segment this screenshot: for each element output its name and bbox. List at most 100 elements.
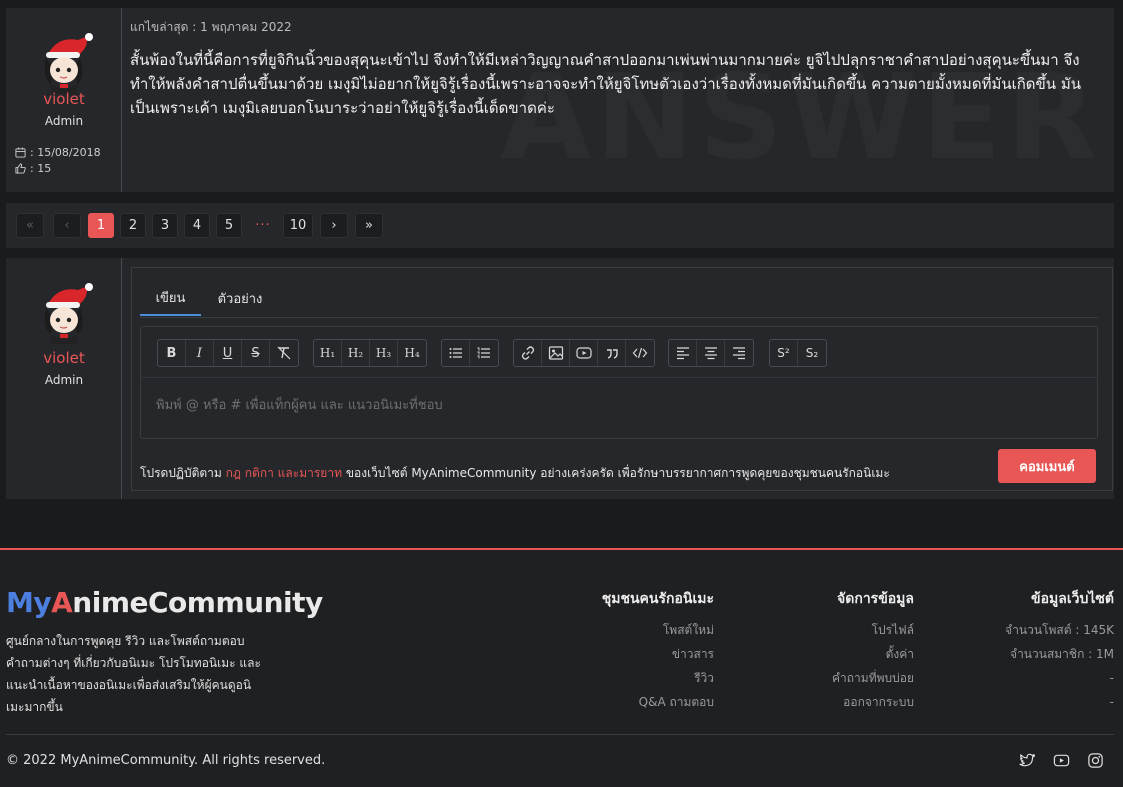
- bullet-list-icon: [449, 348, 462, 358]
- first-page-button[interactable]: «: [16, 213, 44, 238]
- list-toolbar: [441, 339, 499, 367]
- bullet-list-button[interactable]: [442, 340, 470, 366]
- prev-page-button[interactable]: ‹: [53, 213, 81, 238]
- image-icon: [548, 346, 563, 360]
- underline-button[interactable]: U: [214, 340, 242, 366]
- footer-link-profile[interactable]: โปรไฟล์: [832, 618, 914, 642]
- code-button[interactable]: [626, 340, 654, 366]
- pagination-bar: « ‹ 1 2 3 4 5 ··· 10 › »: [6, 203, 1114, 248]
- stat-placeholder: -: [1109, 695, 1114, 709]
- submit-comment-button[interactable]: คอมเมนต์: [998, 449, 1096, 483]
- editor-tabs: เขียน ตัวอย่าง: [140, 280, 1098, 318]
- footer-link-settings[interactable]: ตั้งค่า: [832, 642, 914, 666]
- heading-toolbar: H₁ H₂ H₃ H₄: [313, 339, 427, 367]
- rules-notice: โปรดปฏิบัติตาม กฎ กติกา และมารยาท ของเว็…: [140, 464, 890, 483]
- last-page-button[interactable]: »: [355, 213, 383, 238]
- clear-format-button[interactable]: [270, 340, 298, 366]
- answer-post-card: ANSWER violet Admin : 15/08/2018 : 15 แก…: [6, 8, 1114, 192]
- next-page-button[interactable]: ›: [320, 213, 348, 238]
- footer-link-qa[interactable]: Q&A ถามตอบ: [602, 690, 714, 714]
- align-center-button[interactable]: [697, 340, 725, 366]
- align-left-icon: [676, 347, 689, 360]
- heading-3-button[interactable]: H₃: [370, 340, 398, 366]
- text-style-toolbar: B I U S: [157, 339, 299, 367]
- bold-button[interactable]: B: [158, 340, 186, 366]
- post-count-stat: จำนวนโพสต์ : 145K: [1005, 623, 1114, 637]
- site-footer: MyAnimeCommunity ศูนย์กลางในการพูดคุย รี…: [0, 548, 1123, 787]
- twitter-link[interactable]: [1019, 752, 1039, 772]
- site-logo[interactable]: MyAnimeCommunity: [6, 586, 323, 619]
- italic-button[interactable]: I: [186, 340, 214, 366]
- logo-my: My: [6, 586, 52, 619]
- comment-editor-card: violet Admin เขียน ตัวอย่าง B I U S H₁ H…: [6, 258, 1114, 499]
- commenter-role: Admin: [44, 373, 84, 387]
- heading-1-button[interactable]: H₁: [314, 340, 342, 366]
- rules-suffix: ของเว็บไซต์ MyAnimeCommunity อย่างเคร่งค…: [345, 466, 890, 480]
- footer-link-news[interactable]: ข่าวสาร: [602, 642, 714, 666]
- member-count-stat: จำนวนสมาชิก : 1M: [1010, 647, 1114, 661]
- tab-preview[interactable]: ตัวอย่าง: [208, 280, 272, 316]
- instagram-link[interactable]: [1087, 752, 1107, 772]
- heading-2-button[interactable]: H₂: [342, 340, 370, 366]
- post-author-name[interactable]: violet: [6, 90, 122, 108]
- superscript-button[interactable]: S²: [770, 340, 798, 366]
- toolbar-divider: [141, 377, 1097, 378]
- footer-heading: ชุมชนคนรักอนิเมะ: [601, 591, 714, 607]
- heading-4-button[interactable]: H₄: [398, 340, 426, 366]
- quote-icon: [606, 349, 618, 359]
- footer-divider: [6, 734, 1114, 735]
- align-right-button[interactable]: [725, 340, 753, 366]
- user-avatar[interactable]: [36, 282, 94, 344]
- footer-link-faq[interactable]: คำถามที่พบบ่อย: [832, 666, 914, 690]
- footer-column-community: ชุมชนคนรักอนิเมะ โพสต์ใหม่ ข่าวสาร รีวิว…: [602, 588, 714, 714]
- editor-panel: เขียน ตัวอย่าง B I U S H₁ H₂ H₃ H₄ S² S₂…: [131, 267, 1113, 491]
- footer-column-account: จัดการข้อมูล โปรไฟล์ ตั้งค่า คำถามที่พบบ…: [832, 588, 914, 714]
- comment-input-placeholder: พิมพ์ @ หรือ # เพื่อแท็กผู้คน และ แนวอนิ…: [156, 398, 443, 413]
- insert-toolbar: [513, 339, 655, 367]
- page-1-button[interactable]: 1: [88, 213, 114, 238]
- instagram-icon: [1088, 753, 1103, 768]
- page-4-button[interactable]: 4: [184, 213, 210, 238]
- user-avatar[interactable]: [36, 32, 94, 94]
- pagination-ellipsis: ···: [255, 218, 271, 233]
- footer-link-logout[interactable]: ออกจากระบบ: [832, 690, 914, 714]
- code-icon: [632, 347, 648, 359]
- align-center-icon: [704, 347, 717, 360]
- footer-link-reviews[interactable]: รีวิว: [602, 666, 714, 690]
- join-date-row: : 15/08/2018: [15, 146, 101, 159]
- strikethrough-button[interactable]: S: [242, 340, 270, 366]
- calendar-icon: [15, 147, 26, 158]
- youtube-icon: [1053, 754, 1070, 767]
- page-5-button[interactable]: 5: [216, 213, 242, 238]
- page-10-button[interactable]: 10: [283, 213, 313, 238]
- numbered-list-icon: [477, 347, 490, 359]
- tab-write[interactable]: เขียน: [140, 280, 201, 316]
- image-button[interactable]: [542, 340, 570, 366]
- logo-a: A: [51, 586, 73, 619]
- commenter-name[interactable]: violet: [6, 349, 122, 367]
- link-icon: [521, 346, 534, 360]
- quote-button[interactable]: [598, 340, 626, 366]
- footer-link-new-posts[interactable]: โพสต์ใหม่: [602, 618, 714, 642]
- align-right-icon: [733, 347, 745, 360]
- comment-input-box[interactable]: B I U S H₁ H₂ H₃ H₄ S² S₂ พิมพ์ @ หรือ #…: [140, 326, 1098, 439]
- numbered-list-button[interactable]: [470, 340, 498, 366]
- footer-heading: จัดการข้อมูล: [837, 591, 914, 607]
- likes-row: : 15: [15, 162, 51, 175]
- stat-placeholder: -: [1109, 671, 1114, 685]
- commenter-column: violet Admin: [6, 258, 122, 499]
- video-button[interactable]: [570, 340, 598, 366]
- rules-prefix: โปรดปฏิบัติตาม: [140, 466, 222, 480]
- page-3-button[interactable]: 3: [152, 213, 178, 238]
- script-toolbar: S² S₂: [769, 339, 827, 367]
- align-toolbar: [668, 339, 754, 367]
- footer-column-site-info: ข้อมูลเว็บไซต์ จำนวนโพสต์ : 145K จำนวนสม…: [1005, 588, 1114, 714]
- thumbs-up-icon: [15, 163, 26, 174]
- link-button[interactable]: [514, 340, 542, 366]
- youtube-link[interactable]: [1053, 752, 1073, 772]
- like-count: : 15: [30, 162, 52, 175]
- align-left-button[interactable]: [669, 340, 697, 366]
- subscript-button[interactable]: S₂: [798, 340, 826, 366]
- rules-link[interactable]: กฎ กติกา และมารยาท: [226, 466, 342, 480]
- page-2-button[interactable]: 2: [120, 213, 146, 238]
